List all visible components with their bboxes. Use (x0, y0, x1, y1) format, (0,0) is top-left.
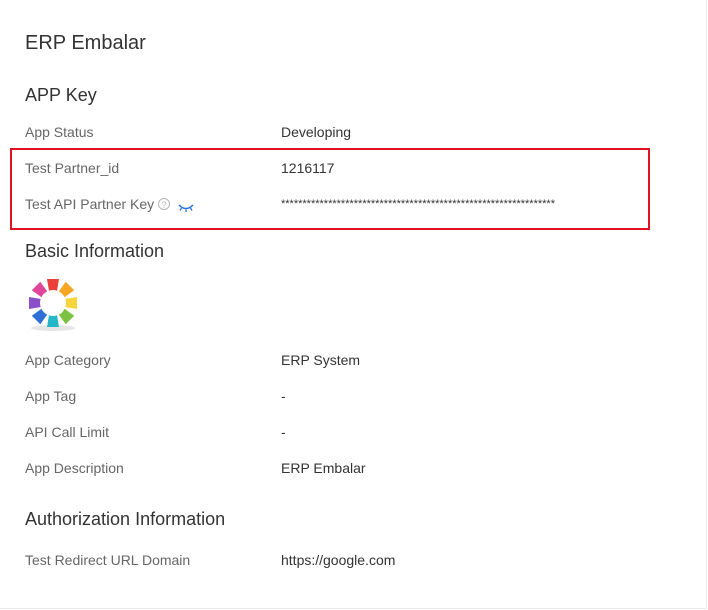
test-redirect-url-domain-value: https://google.com (281, 552, 396, 568)
app-tag-label: App Tag (25, 388, 77, 404)
test-api-partner-key-label: Test API Partner Key (25, 196, 155, 212)
app-description-label: App Description (25, 460, 124, 476)
app-category-label: App Category (25, 352, 111, 368)
authorization-information-section-title: Authorization Information (25, 509, 226, 529)
test-api-partner-key-row-label: Test API Partner Key ? (25, 195, 194, 213)
app-status-value: Developing (281, 124, 352, 140)
api-call-limit-label: API Call Limit (25, 424, 110, 440)
app-detail-panel: ERP Embalar APP Key App Status Developin… (0, 0, 707, 609)
app-tag-value: - (281, 388, 286, 404)
test-partner-id-label: Test Partner_id (25, 160, 120, 176)
test-redirect-url-domain-label: Test Redirect URL Domain (25, 552, 191, 568)
question-circle-icon[interactable]: ? (158, 198, 171, 210)
test-partner-id-value: 1216117 (281, 160, 335, 176)
app-title: ERP Embalar (25, 32, 146, 54)
eye-closed-icon[interactable] (178, 199, 194, 212)
app-description-value: ERP Embalar (281, 460, 366, 476)
basic-information-section-title: Basic Information (25, 241, 165, 261)
app-status-label: App Status (25, 124, 94, 140)
app-category-value: ERP System (281, 352, 361, 368)
api-call-limit-value: - (281, 424, 286, 440)
app-logo (25, 275, 81, 333)
test-api-partner-key-value: ****************************************… (281, 198, 555, 210)
app-key-section-title: APP Key (25, 85, 97, 105)
